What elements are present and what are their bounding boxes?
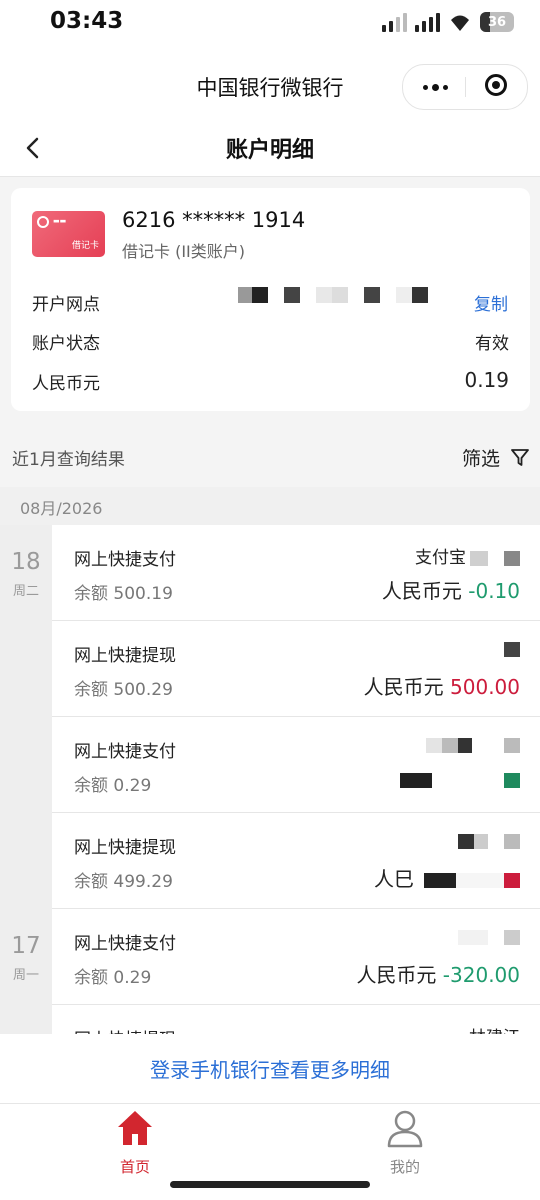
- tx-currency: 人民币元: [363, 675, 444, 699]
- status-time: 03:43: [50, 8, 124, 34]
- tx-currency: 人巳: [374, 867, 414, 891]
- card-badge: 借记卡: [71, 241, 99, 251]
- tx-amount-value: -320.00: [442, 963, 520, 987]
- tx-counterparty-redacted: [426, 735, 520, 755]
- wifi-icon: [451, 15, 469, 31]
- more-menu-icon[interactable]: [417, 77, 453, 97]
- transaction-row[interactable]: 网上快捷支付 余额 0.29: [52, 717, 540, 813]
- home-indicator: [170, 1181, 370, 1188]
- month-label: 08月/2026: [20, 499, 103, 518]
- copy-branch-button[interactable]: 复制: [450, 290, 508, 315]
- tx-counterparty: 支付宝: [415, 543, 520, 568]
- tx-name: 网上快捷支付: [74, 550, 176, 570]
- transaction-row[interactable]: 网上快捷提现 余额 500.29 人民币元 500.00: [52, 621, 540, 717]
- tx-balance: 余额 0.29: [74, 776, 152, 796]
- signal-icon: [382, 12, 407, 32]
- tabbar-divider: [0, 1103, 540, 1104]
- tx-amount-redacted: [400, 767, 520, 791]
- query-result-label: 近1月查询结果: [12, 450, 125, 470]
- date-day: 18: [11, 549, 41, 575]
- login-more-link[interactable]: 登录手机银行查看更多明细: [0, 1054, 540, 1083]
- transaction-row[interactable]: 网上快捷支付 余额 0.29 人民币元 -320.00: [52, 909, 540, 1005]
- bank-logo-icon: [37, 216, 49, 228]
- tx-amount: 人巳: [374, 863, 520, 892]
- tx-counterparty-redacted: [458, 831, 520, 851]
- transaction-row[interactable]: 网上快捷提现 余额 499.29 人巳: [52, 813, 540, 909]
- tx-counterparty: [504, 639, 520, 659]
- tx-balance: 余额 0.29: [74, 968, 152, 988]
- tx-currency: 人民币元: [356, 963, 437, 987]
- capsule-divider: [465, 77, 466, 97]
- branch-value-redacted: [238, 287, 428, 303]
- tx-amount: 人民币元 500.00: [364, 671, 520, 700]
- tx-amount-value: 500.00: [450, 675, 520, 699]
- tx-counterparty-redacted: [458, 927, 520, 947]
- close-target-icon[interactable]: [485, 74, 507, 96]
- tx-counterparty-text: 支付宝: [415, 548, 466, 568]
- tab-home[interactable]: 首页: [75, 1108, 195, 1177]
- battery-icon: 36: [480, 12, 514, 32]
- page-title: 账户明细: [225, 138, 314, 163]
- branch-label: 开户网点: [32, 295, 100, 315]
- tab-mine[interactable]: 我的: [345, 1108, 465, 1177]
- tx-amount: 人民币元 -0.10: [382, 575, 520, 604]
- tx-amount-value: -0.10: [468, 579, 520, 603]
- mini-program-capsule: [402, 64, 528, 110]
- tx-name: 网上快捷提现: [74, 838, 176, 858]
- card-type: 借记卡 (II类账户): [122, 242, 246, 261]
- transaction-row[interactable]: 网上快捷支付 余额 500.19 支付宝 人民币元 -0.10: [52, 525, 540, 621]
- status-label: 账户状态: [32, 334, 100, 354]
- tx-name: 网上快捷支付: [74, 742, 176, 762]
- status-icons: 36: [382, 12, 514, 32]
- tx-balance: 余额 500.19: [74, 584, 173, 604]
- signal-strong-icon: [415, 12, 440, 32]
- tab-mine-label: 我的: [389, 1158, 420, 1176]
- currency-label: 人民币元: [32, 374, 100, 394]
- bank-card-image: ▬▬ 借记卡: [32, 211, 105, 257]
- bank-logo-text: ▬▬: [53, 217, 67, 225]
- tx-name: 网上快捷支付: [74, 934, 176, 954]
- filter-icon[interactable]: [510, 447, 530, 467]
- status-value: 有效: [475, 334, 509, 354]
- date-weekday: 周二: [12, 584, 39, 599]
- battery-level: 36: [487, 14, 507, 30]
- card-number: 6216 ****** 1914: [122, 208, 306, 232]
- date-day: 17: [11, 933, 41, 959]
- tx-balance: 余额 499.29: [74, 872, 173, 892]
- tx-currency: 人民币元: [381, 579, 462, 603]
- filter-button[interactable]: 筛选: [462, 444, 500, 471]
- balance-value: 0.19: [464, 368, 509, 392]
- tx-amount: 人民币元 -320.00: [356, 959, 520, 988]
- user-icon: [387, 1110, 423, 1148]
- tx-balance: 余额 500.29: [74, 680, 173, 700]
- home-icon: [118, 1111, 152, 1145]
- date-weekday: 周一: [12, 968, 39, 983]
- tab-home-label: 首页: [119, 1158, 150, 1176]
- tx-name: 网上快捷提现: [74, 646, 176, 666]
